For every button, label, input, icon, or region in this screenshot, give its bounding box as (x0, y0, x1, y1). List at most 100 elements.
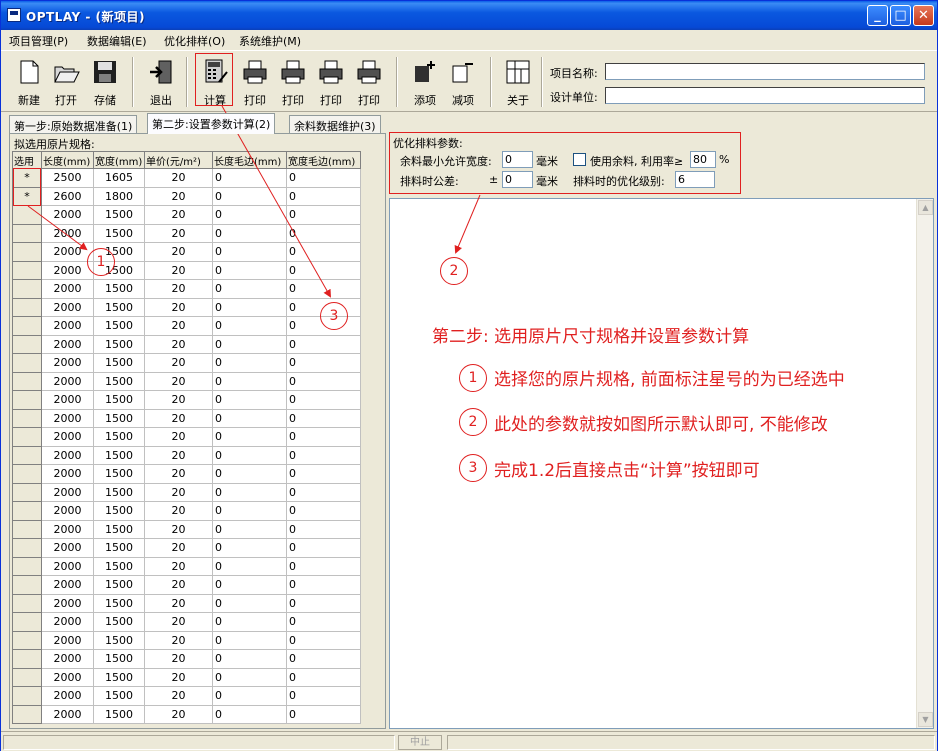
select-cell[interactable] (12, 371, 42, 391)
table-row[interactable]: 2000 1500 20 0 0 (12, 704, 361, 724)
table-row[interactable]: 2000 1500 20 0 0 (12, 686, 361, 706)
table-cell[interactable]: 0 (212, 482, 287, 502)
select-cell[interactable] (12, 445, 42, 465)
table-row[interactable]: 2000 1500 20 0 0 (12, 353, 361, 373)
table-cell[interactable]: 20 (144, 408, 213, 428)
table-cell[interactable]: 20 (144, 260, 213, 280)
table-cell[interactable]: 20 (144, 353, 213, 373)
table-cell[interactable]: 0 (286, 649, 361, 669)
table-cell[interactable]: 2000 (41, 445, 94, 465)
table-cell[interactable]: 0 (212, 630, 287, 650)
table-cell[interactable]: 1500 (93, 334, 145, 354)
select-cell[interactable] (12, 649, 42, 669)
table-cell[interactable]: 20 (144, 704, 213, 724)
table-cell[interactable]: 20 (144, 316, 213, 336)
table-row[interactable]: 2000 1500 20 0 0 (12, 538, 361, 558)
table-cell[interactable]: 0 (212, 704, 287, 724)
table-cell[interactable]: 0 (212, 649, 287, 669)
table-row[interactable]: 2000 1500 20 0 0 (12, 223, 361, 243)
table-cell[interactable]: 2000 (41, 316, 94, 336)
select-cell[interactable] (12, 223, 42, 243)
table-cell[interactable]: 20 (144, 667, 213, 687)
menu-data-edit[interactable]: 数据编辑(E) (87, 33, 147, 49)
table-cell[interactable]: 2000 (41, 353, 94, 373)
table-cell[interactable]: 20 (144, 482, 213, 502)
table-cell[interactable]: 0 (212, 223, 287, 243)
table-cell[interactable]: 0 (286, 704, 361, 724)
table-cell[interactable]: 2000 (41, 205, 94, 225)
table-cell[interactable]: 1500 (93, 445, 145, 465)
select-cell[interactable] (12, 630, 42, 650)
table-cell[interactable]: 2000 (41, 390, 94, 410)
select-cell[interactable] (12, 593, 42, 613)
table-cell[interactable]: 20 (144, 593, 213, 613)
table-cell[interactable]: 2000 (41, 667, 94, 687)
table-cell[interactable]: 20 (144, 575, 213, 595)
menu-project[interactable]: 项目管理(P) (9, 33, 68, 49)
table-row[interactable]: 2000 1500 20 0 0 (12, 260, 361, 280)
select-cell[interactable] (12, 482, 42, 502)
table-cell[interactable]: 0 (286, 168, 361, 188)
table-cell[interactable]: 0 (212, 334, 287, 354)
table-cell[interactable]: 1800 (93, 186, 145, 206)
table-cell[interactable]: 0 (212, 575, 287, 595)
table-cell[interactable]: 2000 (41, 686, 94, 706)
table-cell[interactable]: 20 (144, 612, 213, 632)
table-cell[interactable]: 0 (286, 279, 361, 299)
table-cell[interactable]: 20 (144, 205, 213, 225)
table-row[interactable]: 2000 1500 20 0 0 (12, 482, 361, 502)
table-row[interactable]: 2000 1500 20 0 0 (12, 297, 361, 317)
table-cell[interactable]: 2000 (41, 704, 94, 724)
table-cell[interactable]: 2000 (41, 297, 94, 317)
select-cell[interactable] (12, 353, 42, 373)
table-row[interactable]: 2000 1500 20 0 0 (12, 519, 361, 539)
select-cell[interactable] (12, 464, 42, 484)
table-cell[interactable]: 0 (212, 538, 287, 558)
table-cell[interactable]: 1500 (93, 501, 145, 521)
project-name-input[interactable] (605, 63, 925, 80)
table-cell[interactable]: 20 (144, 427, 213, 447)
table-cell[interactable]: 20 (144, 279, 213, 299)
table-cell[interactable]: 0 (286, 427, 361, 447)
table-cell[interactable]: 1500 (93, 686, 145, 706)
table-cell[interactable]: 1500 (93, 612, 145, 632)
table-cell[interactable]: 0 (286, 556, 361, 576)
table-cell[interactable]: 20 (144, 297, 213, 317)
table-cell[interactable]: 1500 (93, 427, 145, 447)
table-cell[interactable]: 20 (144, 630, 213, 650)
select-cell[interactable] (12, 686, 42, 706)
table-cell[interactable]: 0 (286, 482, 361, 502)
select-cell[interactable] (12, 242, 42, 262)
table-cell[interactable]: 2000 (41, 408, 94, 428)
table-cell[interactable]: 2500 (41, 168, 94, 188)
table-cell[interactable]: 2000 (41, 538, 94, 558)
table-cell[interactable]: 1500 (93, 649, 145, 669)
select-cell[interactable] (12, 205, 42, 225)
select-cell[interactable] (12, 334, 42, 354)
table-cell[interactable]: 0 (286, 538, 361, 558)
new-button[interactable]: 新建 (11, 56, 47, 108)
close-button[interactable]: ✕ (913, 5, 934, 26)
tab-remnant[interactable]: 余料数据维护(3) (289, 115, 381, 133)
table-cell[interactable]: 0 (212, 168, 287, 188)
select-cell[interactable] (12, 501, 42, 521)
select-cell[interactable] (12, 612, 42, 632)
table-cell[interactable]: 0 (286, 371, 361, 391)
table-cell[interactable]: 0 (212, 297, 287, 317)
table-cell[interactable]: 0 (212, 556, 287, 576)
table-cell[interactable]: 0 (286, 501, 361, 521)
table-cell[interactable]: 0 (286, 408, 361, 428)
select-cell[interactable] (12, 408, 42, 428)
table-cell[interactable]: 0 (212, 205, 287, 225)
table-cell[interactable]: 20 (144, 445, 213, 465)
table-cell[interactable]: 1500 (93, 223, 145, 243)
table-cell[interactable]: 2000 (41, 519, 94, 539)
table-row[interactable]: 2000 1500 20 0 0 (12, 501, 361, 521)
table-row[interactable]: 2000 1500 20 0 0 (12, 390, 361, 410)
table-cell[interactable]: 0 (212, 390, 287, 410)
table-cell[interactable]: 2000 (41, 612, 94, 632)
table-cell[interactable]: 1500 (93, 408, 145, 428)
exit-button[interactable]: 退出 (143, 56, 179, 108)
table-row[interactable]: 2000 1500 20 0 0 (12, 667, 361, 687)
table-cell[interactable]: 1605 (93, 168, 145, 188)
